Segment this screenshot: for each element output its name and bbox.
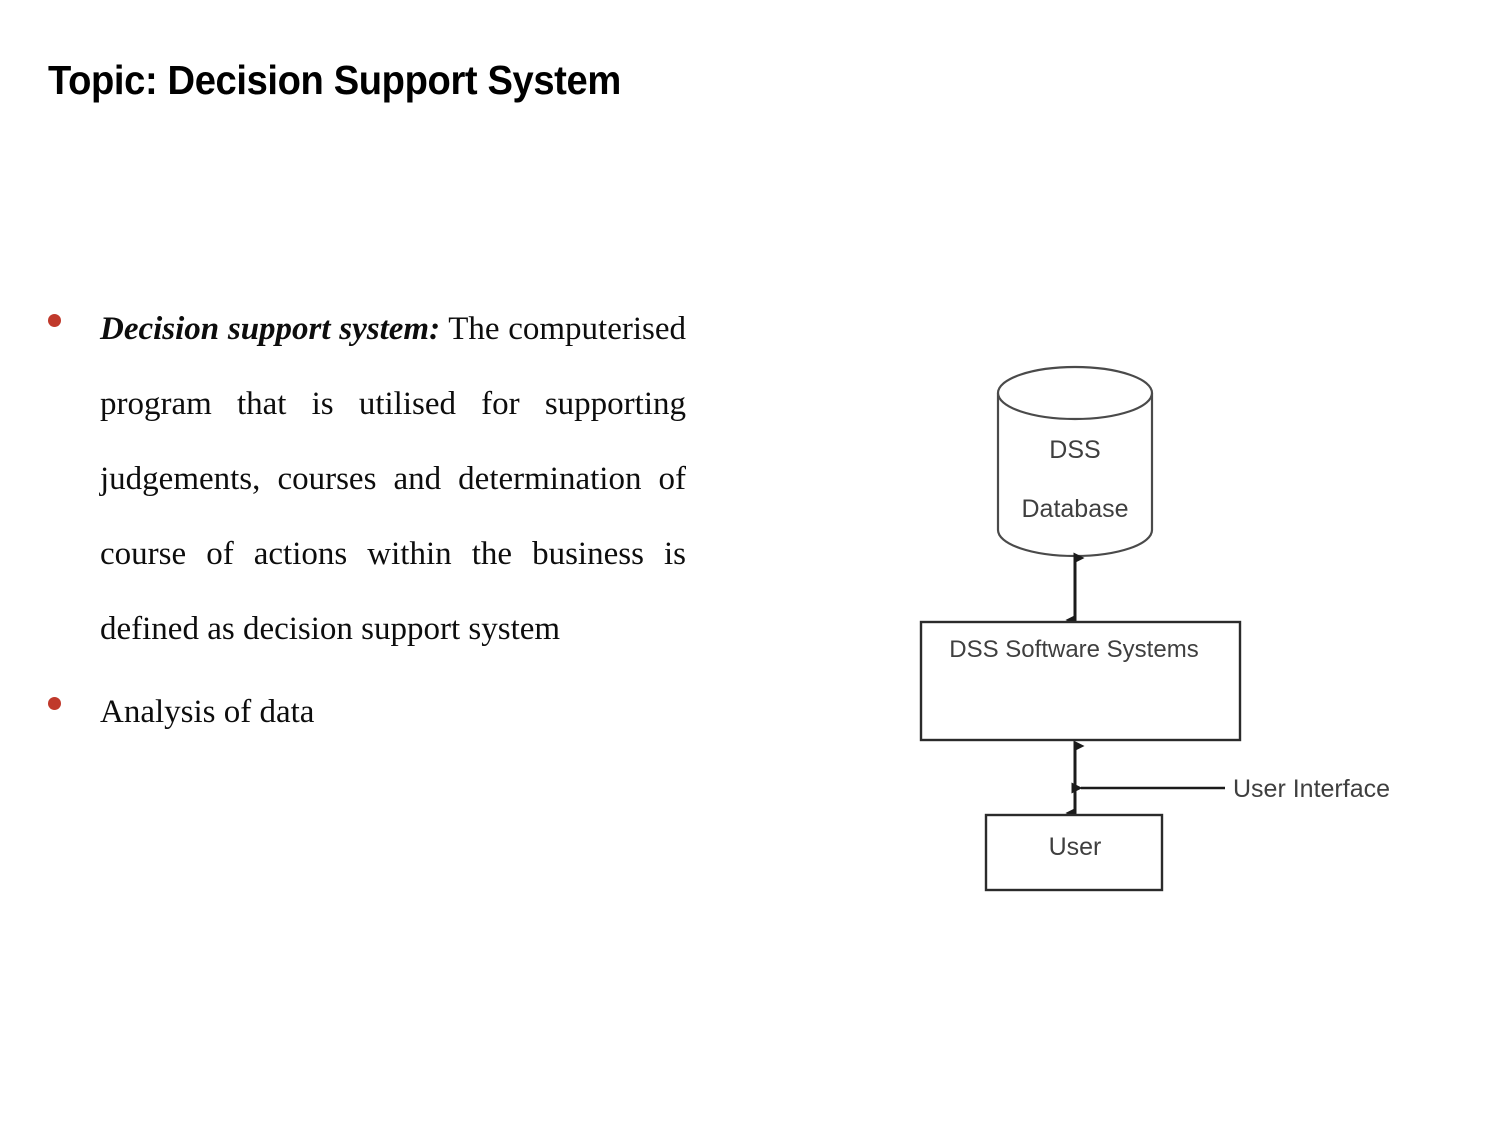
bullet-lead-term: Decision support system: xyxy=(100,311,441,347)
bullet-dot-icon xyxy=(48,697,61,710)
dss-database-label-line1: DSS xyxy=(1049,436,1100,464)
bullet-dot-icon xyxy=(48,314,61,327)
bullet-list: Decision support system: The computerise… xyxy=(40,292,700,758)
list-item: Analysis of data xyxy=(40,675,700,750)
bullet-paragraph: Decision support system: The computerise… xyxy=(100,292,686,667)
bullet-paragraph: Analysis of data xyxy=(100,675,686,750)
annotation-user-interface: User Interface xyxy=(1071,775,1390,803)
dss-database-label-line2: Database xyxy=(1021,495,1128,523)
page-title: Topic: Decision Support System xyxy=(48,57,621,103)
user-interface-label: User Interface xyxy=(1233,775,1390,803)
dss-architecture-diagram: DSS Database DSS Software Systems User I… xyxy=(890,340,1450,920)
bullet-body: Analysis of data xyxy=(100,694,315,730)
cylinder-top-ellipse xyxy=(996,365,1154,421)
bullet-body: The computerised program that is utilise… xyxy=(100,311,686,647)
node-dss-database: DSS Database xyxy=(996,365,1154,558)
user-label: User xyxy=(1049,833,1102,861)
dss-software-systems-label: DSS Software Systems xyxy=(949,636,1198,663)
list-item: Decision support system: The computerise… xyxy=(40,292,700,667)
node-dss-software-systems: DSS Software Systems xyxy=(919,620,1242,742)
node-user: User xyxy=(984,813,1164,892)
